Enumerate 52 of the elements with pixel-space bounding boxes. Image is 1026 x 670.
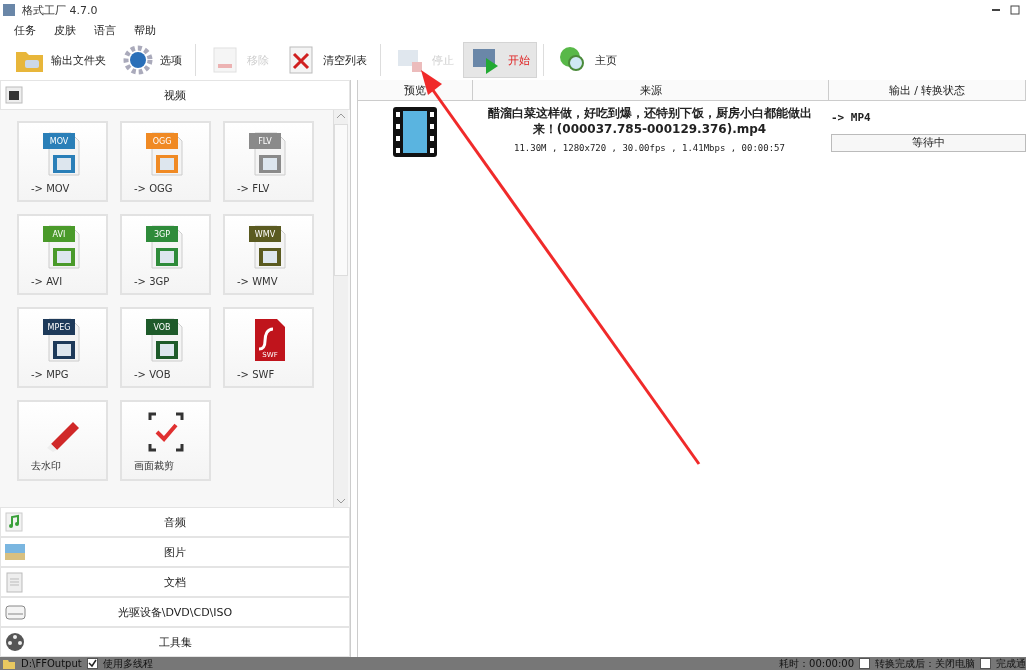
scrollbar[interactable] xyxy=(333,110,348,507)
output-format: -> MP4 xyxy=(831,111,872,124)
output-path: D:\FFOutput xyxy=(21,657,82,670)
category-header[interactable]: 文档 xyxy=(0,567,350,597)
category-header[interactable]: 工具集 xyxy=(0,627,350,657)
toolbar-button[interactable]: 选项 xyxy=(115,42,189,78)
window-title: 格式工厂 4.7.0 xyxy=(22,2,98,18)
format-tile[interactable]: MOV -> MOV xyxy=(17,121,108,202)
clapper-icon xyxy=(4,84,26,106)
menu-item[interactable]: 任务 xyxy=(14,22,36,38)
column-header[interactable]: 来源 xyxy=(473,80,829,100)
format-tile[interactable]: FLV -> FLV xyxy=(223,121,314,202)
maximize-icon xyxy=(1008,3,1022,17)
format-tile[interactable]: 去水印 xyxy=(17,400,108,481)
category-header[interactable]: 视频 xyxy=(0,80,350,110)
format-tile[interactable]: WMV -> WMV xyxy=(223,214,314,295)
file-info: 11.30M , 1280x720 , 30.00fps , 1.41Mbps , 00:00:57 xyxy=(513,143,786,153)
checkbox-label: 完成通 xyxy=(996,657,1026,670)
toolbar-button[interactable]: 输出文件夹 xyxy=(6,42,113,78)
checkbox[interactable] xyxy=(980,658,991,669)
checkbox[interactable] xyxy=(86,658,98,669)
toolbar-button[interactable]: 主页 xyxy=(550,42,624,78)
film-strip-icon xyxy=(393,107,437,157)
menu-item[interactable]: 语言 xyxy=(94,22,116,38)
scroll-thumb[interactable] xyxy=(334,124,348,276)
category-header[interactable]: 光驱设备\DVD\CD\ISO xyxy=(0,597,350,627)
checkbox[interactable] xyxy=(859,658,870,669)
app-icon xyxy=(2,3,16,17)
checkbox-label: 转换完成后：关闭电脑 xyxy=(875,657,975,670)
minimize-icon xyxy=(992,9,1000,11)
checkbox-label: 使用多线程 xyxy=(102,657,153,670)
format-tile[interactable]: VOB -> VOB xyxy=(120,307,211,388)
document-icon xyxy=(4,571,26,593)
toolbar-button[interactable]: 清空列表 xyxy=(278,42,374,78)
format-tile[interactable]: OGG -> OGG xyxy=(120,121,211,202)
format-tile[interactable]: AVI -> AVI xyxy=(17,214,108,295)
category-header[interactable]: 图片 xyxy=(0,537,350,567)
format-tile[interactable]: 画面裁剪 xyxy=(120,400,211,481)
menu-item[interactable]: 帮助 xyxy=(134,22,156,38)
film-reel-icon xyxy=(4,631,26,653)
column-header[interactable]: 输出 / 转换状态 xyxy=(829,80,1026,100)
toolbar-button[interactable]: 开始 xyxy=(463,42,537,78)
status-bar-field: 等待中 xyxy=(831,134,1026,152)
format-tile[interactable]: MPEG -> MPG xyxy=(17,307,108,388)
category-header[interactable]: 音频 xyxy=(0,507,350,537)
elapsed-time: 耗时：00:00:00 xyxy=(779,657,854,670)
music-note-icon xyxy=(4,511,26,533)
file-name: 醋溜白菜这样做，好吃到爆，还特别下饭，厨房小白都能做出来！(000037.785-000129.376).mp4 xyxy=(486,105,813,137)
menu-item[interactable]: 皮肤 xyxy=(54,22,76,38)
landscape-icon xyxy=(4,541,26,563)
gear-icon xyxy=(122,44,154,76)
format-tile[interactable]: 3GP -> 3GP xyxy=(120,214,211,295)
